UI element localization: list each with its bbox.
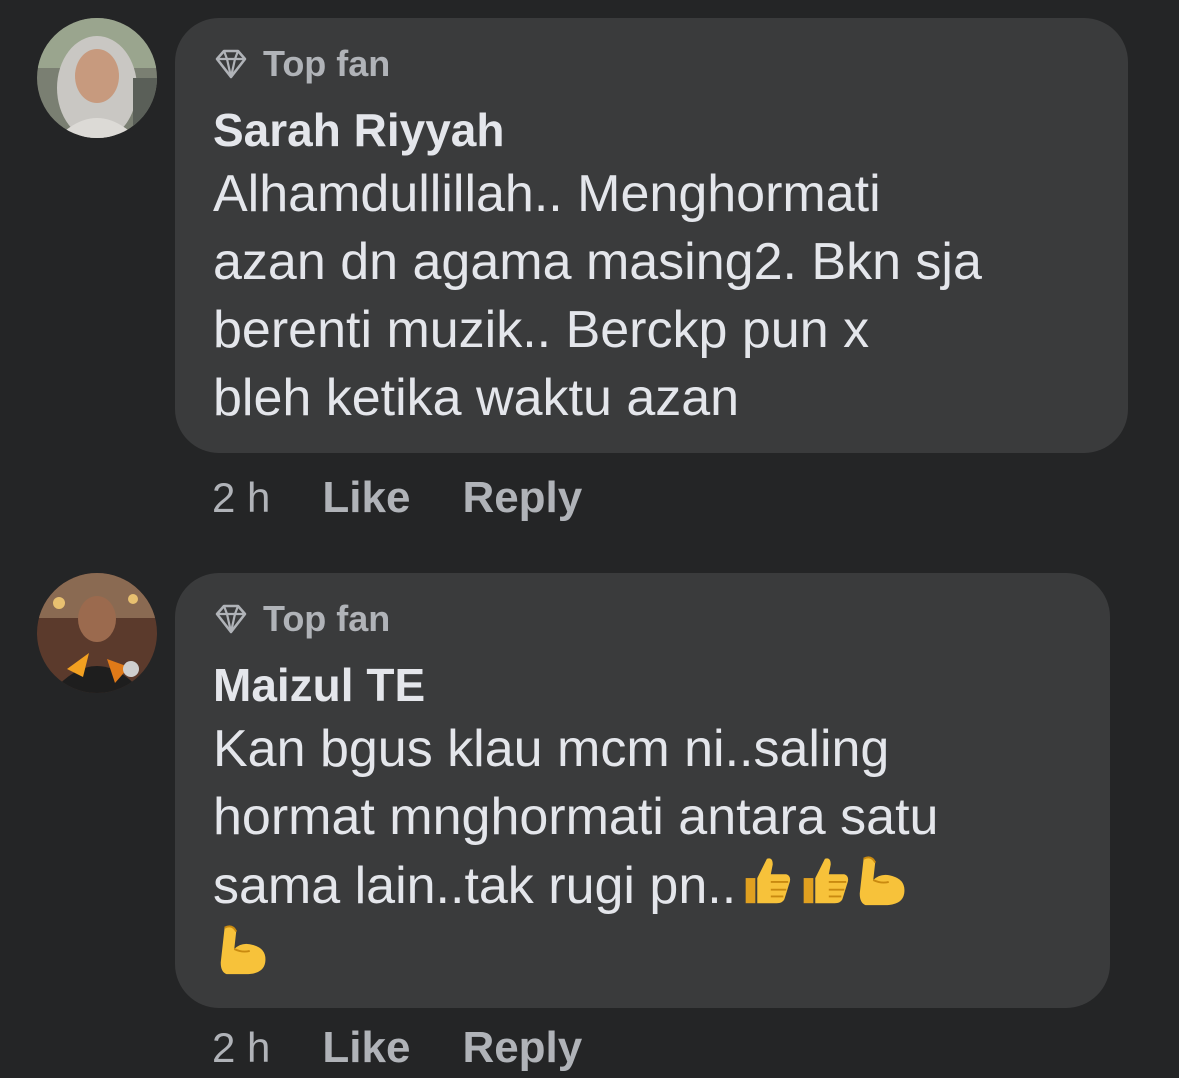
flexed-biceps-emoji-icon	[859, 856, 905, 906]
comment-item: Top fan Maizul TE Kan bgus klau mcm ni..…	[0, 0, 1179, 1072]
comment-text-line: sama lain..tak rugi pn..	[213, 857, 737, 915]
reply-button[interactable]: Reply	[462, 1023, 582, 1073]
comment-text: Kan bgus klau mcm ni..saling hormat mngh…	[213, 715, 1072, 989]
thumbs-up-emoji-icon	[803, 858, 849, 904]
diamond-icon	[215, 604, 247, 634]
comment-bubble: Top fan Maizul TE Kan bgus klau mcm ni..…	[175, 573, 1110, 1008]
like-button[interactable]: Like	[322, 1023, 410, 1073]
thumbs-up-emoji-icon	[745, 858, 791, 904]
avatar-photo	[37, 573, 157, 693]
top-fan-badge[interactable]: Top fan	[213, 598, 1072, 639]
comment-text-line: Kan bgus klau mcm ni..saling	[213, 720, 890, 778]
comment-actions: 2 h Like Reply	[212, 1018, 634, 1078]
timestamp[interactable]: 2 h	[212, 1024, 270, 1072]
avatar[interactable]	[37, 573, 157, 693]
badge-label: Top fan	[263, 598, 391, 639]
author-name[interactable]: Maizul TE	[213, 657, 1072, 713]
flexed-biceps-emoji-icon	[220, 925, 266, 975]
comment-text-line: hormat mnghormati antara satu	[213, 788, 939, 846]
